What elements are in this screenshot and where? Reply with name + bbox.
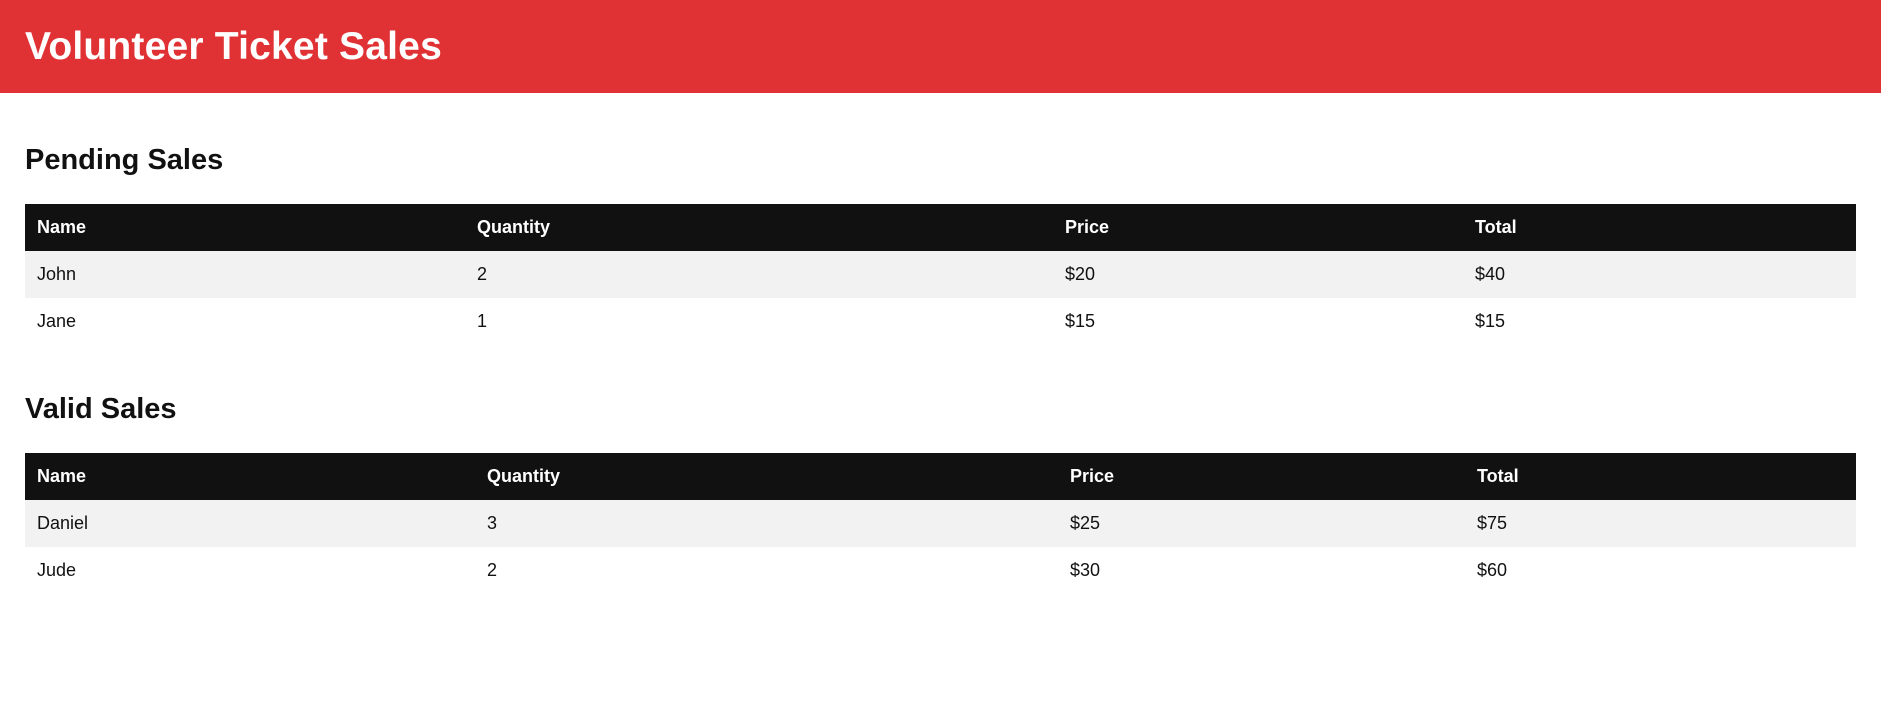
- cell-quantity: 2: [487, 560, 498, 580]
- column-header-name: Name: [37, 217, 87, 237]
- table-row: Jude 2 $30 $60: [25, 547, 1856, 594]
- cell-name: Jane: [37, 311, 77, 331]
- table-row: Jane 1 $15 $15: [25, 298, 1856, 345]
- cell-price: $25: [1070, 513, 1101, 533]
- column-header-total: Total: [1477, 466, 1519, 486]
- pending-sales-section: Pending Sales Name Quantity Price Total …: [0, 93, 1856, 345]
- cell-total: $15: [1475, 311, 1506, 331]
- column-header-name: Name: [37, 466, 87, 486]
- table-header-row: Name Quantity Price Total: [25, 453, 1856, 500]
- cell-quantity: 3: [487, 513, 498, 533]
- cell-quantity: 2: [477, 264, 488, 284]
- cell-price: $30: [1070, 560, 1101, 580]
- column-header-quantity: Quantity: [487, 466, 561, 486]
- pending-sales-table: Name Quantity Price Total John 2 $20 $40…: [25, 204, 1856, 345]
- app-header: Volunteer Ticket Sales: [0, 0, 1881, 93]
- cell-quantity: 1: [477, 311, 488, 331]
- cell-price: $15: [1065, 311, 1096, 331]
- cell-name: John: [37, 264, 77, 284]
- cell-total: $60: [1477, 560, 1508, 580]
- page-title: Volunteer Ticket Sales: [25, 24, 442, 68]
- column-header-price: Price: [1065, 217, 1110, 237]
- cell-name: Jude: [37, 560, 77, 580]
- cell-price: $20: [1065, 264, 1096, 284]
- cell-total: $40: [1475, 264, 1506, 284]
- column-header-quantity: Quantity: [477, 217, 551, 237]
- valid-sales-table: Name Quantity Price Total Daniel 3 $25 $…: [25, 453, 1856, 594]
- table-row: Daniel 3 $25 $75: [25, 500, 1856, 547]
- cell-total: $75: [1477, 513, 1508, 533]
- table-header-row: Name Quantity Price Total: [25, 204, 1856, 251]
- column-header-total: Total: [1475, 217, 1517, 237]
- table-row: John 2 $20 $40: [25, 251, 1856, 298]
- pending-sales-title: Pending Sales: [25, 144, 224, 176]
- column-header-price: Price: [1070, 466, 1115, 486]
- valid-sales-section: Valid Sales Name Quantity Price Total Da…: [0, 345, 1856, 594]
- valid-sales-title: Valid Sales: [25, 393, 177, 425]
- cell-name: Daniel: [37, 513, 89, 533]
